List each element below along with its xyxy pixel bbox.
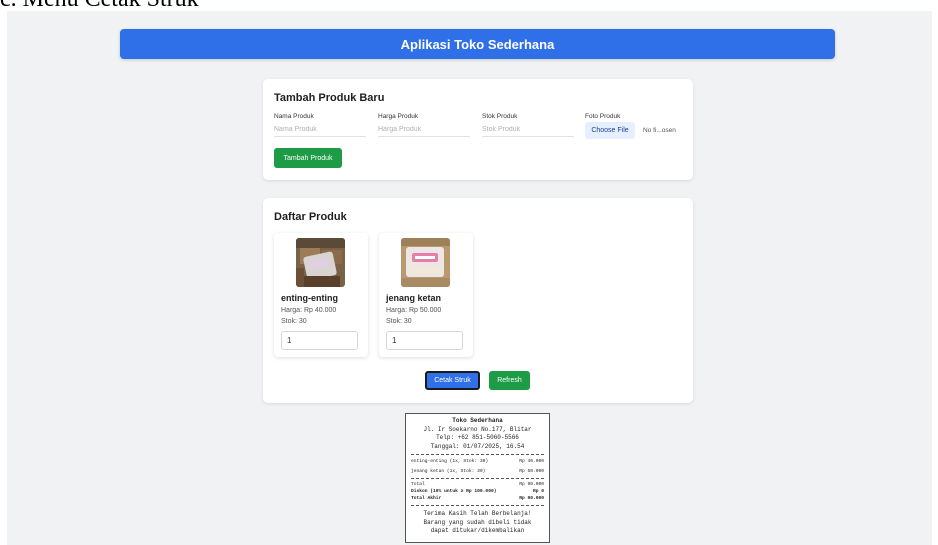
product-card: enting-enting Harga: Rp 40.000 Stok: 30 [274,233,368,357]
print-receipt-button[interactable]: Cetak Struk [425,371,480,390]
quantity-input[interactable] [281,331,358,350]
receipt-date: Tanggal: 01/07/2025, 16.54 [430,442,525,450]
quantity-input[interactable] [386,331,463,350]
add-product-card: Tambah Produk Baru Nama Produk Harga Pro… [263,79,693,180]
product-price-label: Harga Produk [378,113,419,120]
receipt-policy-line: Barang yang sudah dibeli tidak [423,518,532,526]
receipt-item-desc: enting-enting (1x, Stok: 30) [411,459,489,464]
product-card: jenang ketan Harga: Rp 50.000 Stok: 30 [379,233,473,357]
receipt-grand-total-row: Total Akhir Rp 90.000 [411,496,544,501]
add-product-title: Tambah Produk Baru [274,92,385,104]
product-image [296,238,345,287]
receipt-discount-label: Diskon (10% untuk ≥ Rp 100.000) [411,489,497,494]
product-photo-label: Foto Produk [585,113,621,120]
app-title: Aplikasi Toko Sederhana [400,36,555,52]
refresh-button[interactable]: Refresh [489,371,530,390]
product-stock-label: Stok Produk [482,113,518,120]
receipt-item-amount: Rp 50.000 [519,469,544,474]
receipt-item-row: jenang ketan (1x, Stok: 30) Rp 50.000 [411,469,544,474]
product-name: jenang ketan [386,293,442,303]
product-name: enting-enting [281,293,338,303]
product-stock-input[interactable] [482,123,574,137]
product-list-card: Daftar Produk enting-enting Harga: Rp 40… [263,198,693,403]
receipt-divider [411,454,544,455]
receipt-address: Jl. Ir Soekarno No.177, Blitar [423,425,532,433]
receipt-item-row: enting-enting (1x, Stok: 30) Rp 40.000 [411,459,544,464]
add-product-button[interactable]: Tambah Produk [274,148,342,168]
receipt-total-value: Rp 90.000 [519,482,544,487]
product-name-label: Nama Produk [274,113,314,120]
product-price: Harga: Rp 50.000 [386,307,442,314]
receipt-grand-total-label: Total Akhir [411,496,442,501]
app-header: Aplikasi Toko Sederhana [120,29,835,59]
product-image [401,238,450,287]
receipt-discount-value: Rp 0 [532,489,544,494]
product-price: Harga: Rp 40.000 [281,307,337,314]
receipt-grand-total-value: Rp 90.000 [519,496,544,501]
no-file-chosen-text: No fi...osen [643,127,676,134]
receipt-discount-row: Diskon (10% untuk ≥ Rp 100.000) Rp 0 [411,489,544,494]
receipt-divider [411,505,544,506]
product-price-input[interactable] [378,123,470,137]
receipt-policy-line: dapat ditukar/dikembalikan [430,527,525,534]
choose-file-button[interactable]: Choose File [585,122,635,139]
product-stock: Stok: 30 [386,318,412,325]
product-name-input[interactable] [274,123,366,137]
product-list-title: Daftar Produk [274,211,347,223]
receipt-divider [411,478,544,479]
receipt-item-desc: jenang ketan (1x, Stok: 30) [411,469,486,474]
receipt-total-row: Total Rp 90.000 [411,482,544,487]
receipt-total-label: Total [411,482,425,487]
product-stock: Stok: 30 [281,318,307,325]
receipt-item-amount: Rp 40.000 [519,459,544,464]
receipt-store-name: Toko Sederhana [452,417,503,424]
receipt-phone: Telp: +62 851-5060-5566 [436,434,519,441]
receipt: Toko Sederhana Jl. Ir Soekarno No.177, B… [405,413,550,543]
receipt-thanks: Terima Kasih Telah Berbelanja! [423,510,532,517]
